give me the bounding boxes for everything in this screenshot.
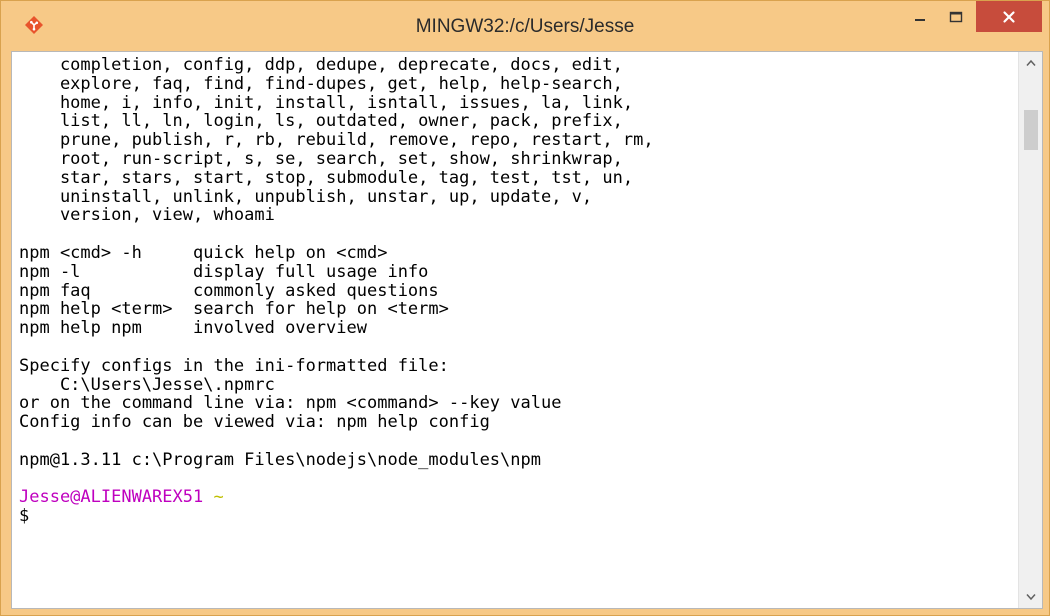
prompt-user-host: Jesse@ALIENWAREX51	[19, 487, 204, 508]
terminal-line: version, view, whoami	[19, 205, 275, 226]
scrollbar-thumb[interactable]	[1024, 110, 1038, 150]
terminal-line: Config info can be viewed via: npm help …	[19, 412, 490, 433]
window-title: MINGW32:/c/Users/Jesse	[415, 16, 635, 37]
close-icon	[1003, 10, 1015, 23]
title-bar[interactable]: MINGW32:/c/Users/Jesse	[1, 1, 1049, 51]
prompt-symbol: $	[19, 506, 30, 527]
prompt-path: ~	[213, 487, 224, 508]
terminal-line: completion, config, ddp, dedupe, depreca…	[19, 55, 623, 75]
scroll-up-arrow-icon	[1026, 59, 1036, 66]
terminal-line: star, stars, start, stop, submodule, tag…	[19, 167, 634, 188]
terminal-line: home, i, info, init, install, isntall, i…	[19, 92, 634, 113]
terminal-line: npm faq commonly asked questions	[19, 280, 439, 301]
terminal-window: MINGW32:/c/Users/Jesse completion, confi…	[0, 0, 1050, 616]
minimize-button[interactable]	[905, 2, 935, 32]
close-button[interactable]	[976, 1, 1042, 32]
terminal-line: or on the command line via: npm <command…	[19, 393, 562, 414]
scroll-down-button[interactable]	[1019, 586, 1042, 608]
terminal-line: root, run-script, s, se, search, set, sh…	[19, 148, 623, 169]
scroll-down-arrow-icon	[1026, 594, 1036, 601]
terminal-line: prune, publish, r, rb, rebuild, remove, …	[19, 130, 654, 151]
terminal-line: explore, faq, find, find-dupes, get, hel…	[19, 73, 623, 94]
terminal-line: C:\Users\Jesse\.npmrc	[19, 374, 275, 395]
terminal-line: npm -l display full usage info	[19, 261, 429, 282]
prompt-input-line[interactable]: $	[19, 507, 1015, 526]
shell-prompt: Jesse@ALIENWAREX51 ~	[19, 488, 1015, 507]
terminal-line: npm help <term> search for help on <term…	[19, 299, 449, 320]
vertical-scrollbar[interactable]	[1018, 52, 1042, 608]
terminal-output[interactable]: completion, config, ddp, dedupe, depreca…	[12, 52, 1015, 608]
terminal-line: Specify configs in the ini-formatted fil…	[19, 355, 449, 376]
terminal-text: completion, config, ddp, dedupe, depreca…	[12, 52, 1015, 526]
terminal-line: npm@1.3.11 c:\Program Files\nodejs\node_…	[19, 449, 541, 470]
maximize-button[interactable]	[939, 2, 973, 32]
scroll-up-button[interactable]	[1019, 52, 1042, 74]
git-icon[interactable]	[24, 15, 44, 35]
minimize-icon	[915, 19, 925, 21]
terminal-line: npm help npm involved overview	[19, 318, 367, 339]
terminal-client-area: completion, config, ddp, dedupe, depreca…	[11, 51, 1043, 609]
terminal-line: npm <cmd> -h quick help on <cmd>	[19, 242, 388, 263]
terminal-line: list, ll, ln, login, ls, outdated, owner…	[19, 111, 623, 132]
maximize-icon	[949, 11, 963, 23]
terminal-line: uninstall, unlink, unpublish, unstar, up…	[19, 186, 593, 207]
